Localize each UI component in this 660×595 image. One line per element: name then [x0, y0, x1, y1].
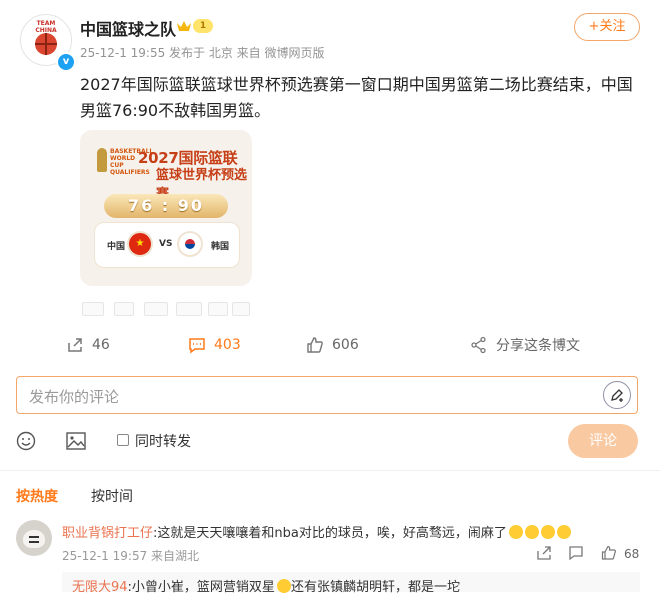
- laugh-cry-emoji-icon: [508, 525, 523, 539]
- repost-label[interactable]: 同时转发: [135, 431, 191, 451]
- korea-flag-icon: [177, 231, 203, 257]
- share-icon: [68, 338, 82, 352]
- follow-button[interactable]: +关注: [574, 13, 640, 41]
- author-name[interactable]: 中国篮球之队: [80, 16, 176, 40]
- comment-icon: [189, 338, 205, 354]
- laugh-cry-emoji-icon: [556, 525, 571, 539]
- comment-text: 职业背锅打工仔:这就是天天嚷嚷着和nba对比的球员，唉，好高骛远，闹麻了: [62, 522, 571, 541]
- tab-sort-time[interactable]: 按时间: [91, 486, 133, 506]
- commenter-avatar[interactable]: [16, 520, 52, 556]
- comment-placeholder: 发布你的评论: [29, 388, 120, 406]
- china-flag-icon: ★: [127, 231, 153, 257]
- home-team-name: 中国: [107, 242, 126, 252]
- post-meta: 25-12-1 19:55 发布于 北京 来自 微博网页版: [80, 46, 325, 60]
- comment-count: 403: [214, 337, 241, 353]
- comment-body: :这就是天天嚷嚷着和nba对比的球员，唉，好高骛远，闹麻了: [153, 526, 507, 541]
- comment-like-icon[interactable]: [601, 545, 617, 561]
- pen-icon[interactable]: [603, 381, 631, 409]
- comment-button[interactable]: 403: [188, 335, 241, 355]
- emoji-icon[interactable]: [16, 431, 36, 451]
- verified-badge-icon: v: [56, 52, 76, 72]
- vip-level-badge: 1: [193, 19, 213, 33]
- pen-glyph-icon: [611, 389, 623, 402]
- laugh-cry-emoji-icon: [524, 525, 539, 539]
- share-count: 46: [92, 337, 110, 353]
- away-team-name: 韩国: [211, 242, 230, 252]
- smile-emoji-icon: [276, 579, 291, 593]
- post-image[interactable]: BASKETBALL WORLD CUP QUALIFIERS 2027国际篮联…: [80, 130, 252, 286]
- crown-icon: [177, 21, 191, 31]
- like-count: 606: [332, 337, 359, 353]
- like-button[interactable]: 606: [306, 335, 359, 355]
- reply-body-start: :小曾小崔，篮网营销双星: [127, 580, 275, 595]
- trophy-icon: [97, 148, 107, 172]
- share-button[interactable]: 46: [66, 335, 110, 355]
- score-display: 76 : 90: [104, 194, 228, 218]
- post-content: 2027年国际篮联篮球世界杯预选赛第一窗口期中国男篮第二场比赛结束，中国男篮76…: [80, 75, 633, 120]
- reply-body-end: 还有张镇麟胡明轩，都是一坨: [290, 580, 460, 595]
- share-weibo-button[interactable]: 分享这条博文: [470, 335, 580, 355]
- sponsor-logo: [82, 302, 104, 316]
- comment-share-icon[interactable]: [536, 545, 552, 561]
- laugh-cry-emoji-icon: [540, 525, 555, 539]
- avatar-team-text: TEAM CHINA: [35, 20, 57, 34]
- reply-username[interactable]: 无限大94: [72, 580, 128, 595]
- world-cup-logo: BASKETBALL WORLD CUP QUALIFIERS: [110, 148, 154, 176]
- comment-input[interactable]: 发布你的评论: [16, 376, 638, 414]
- comment-reply-icon[interactable]: [568, 545, 584, 561]
- basketball-icon: [35, 33, 57, 55]
- sponsor-logos: [80, 302, 250, 316]
- matchup-box: 中国 ★ VS 韩国: [94, 222, 240, 268]
- sponsor-logo: [144, 302, 168, 316]
- vs-label: VS: [159, 239, 173, 249]
- tab-sort-hot[interactable]: 按热度: [16, 486, 58, 506]
- comment-meta: 25-12-1 19:57 来自湖北: [62, 549, 200, 563]
- image-upload-icon[interactable]: [66, 432, 86, 450]
- share-nodes-icon: [471, 336, 486, 354]
- comment-like-count: 68: [624, 547, 640, 561]
- sponsor-logo: [232, 302, 250, 316]
- sponsor-logo: [114, 302, 134, 316]
- share-weibo-label: 分享这条博文: [496, 338, 580, 354]
- submit-comment-button[interactable]: 评论: [568, 424, 638, 458]
- thumbs-up-icon: [307, 337, 323, 353]
- repost-checkbox[interactable]: [117, 434, 129, 446]
- comment-username[interactable]: 职业背锅打工仔: [62, 526, 153, 541]
- sponsor-logo: [208, 302, 228, 316]
- divider: [0, 470, 660, 471]
- reply-text: 无限大94:小曾小崔，篮网营销双星 还有张镇麟胡明轩，都是一坨: [72, 576, 460, 595]
- sponsor-logo: [176, 302, 202, 316]
